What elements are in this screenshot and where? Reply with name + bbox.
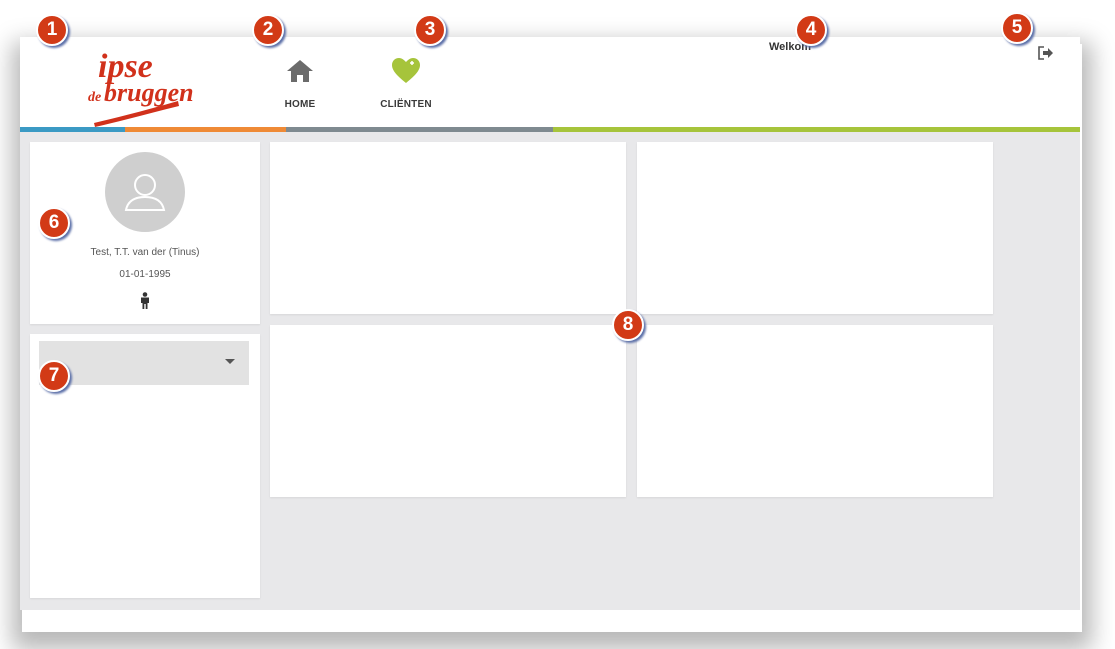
heart-plus-icon xyxy=(392,58,420,83)
annotation-marker: 1 xyxy=(36,14,68,46)
user-silhouette-icon xyxy=(124,174,166,211)
annotation-marker: 7 xyxy=(38,360,70,392)
accent-segment-orange xyxy=(125,127,286,132)
nav-home-label: HOME xyxy=(284,99,316,110)
accent-color-bar xyxy=(20,127,1080,132)
nav-home[interactable]: HOME xyxy=(260,57,340,110)
caret-down-icon xyxy=(225,359,235,364)
app-window: ipse de bruggen HOME CLIËNTEN Welkom Tes… xyxy=(20,37,1080,610)
annotation-marker: 3 xyxy=(414,14,446,46)
annotation-marker: 4 xyxy=(795,14,827,46)
nav-clienten-label: CLIËNTEN xyxy=(380,99,432,110)
welcome-text: Welkom xyxy=(769,41,811,53)
accent-segment-green xyxy=(553,127,1080,132)
dashboard-tile[interactable] xyxy=(270,142,626,314)
nav-clienten[interactable]: CLIËNTEN xyxy=(366,57,446,110)
dashboard-tile[interactable] xyxy=(270,325,626,497)
annotation-marker: 6 xyxy=(38,207,70,239)
client-name: Test, T.T. van der (Tinus) xyxy=(90,247,200,258)
logout-button[interactable] xyxy=(1038,46,1054,65)
client-dropdown[interactable] xyxy=(39,341,249,385)
home-icon xyxy=(287,60,313,82)
annotation-marker: 8 xyxy=(612,309,644,341)
logo-text-de: de xyxy=(88,90,101,105)
ipse-de-bruggen-logo[interactable]: ipse de bruggen xyxy=(80,43,200,127)
avatar xyxy=(105,152,185,232)
gender-indicator xyxy=(30,292,260,315)
logout-icon xyxy=(1038,46,1053,60)
accent-segment-blue xyxy=(20,127,125,132)
logo-text-bruggen: bruggen xyxy=(104,78,194,107)
annotation-marker: 5 xyxy=(1001,12,1033,44)
client-date-of-birth: 01-01-1995 xyxy=(119,269,171,280)
dashboard-tile[interactable] xyxy=(637,142,993,314)
annotation-marker: 2 xyxy=(252,14,284,46)
dashboard-tile[interactable] xyxy=(637,325,993,497)
top-bar: ipse de bruggen HOME CLIËNTEN Welkom xyxy=(20,37,1080,127)
male-person-icon xyxy=(141,292,149,309)
accent-segment-gray xyxy=(286,127,553,132)
